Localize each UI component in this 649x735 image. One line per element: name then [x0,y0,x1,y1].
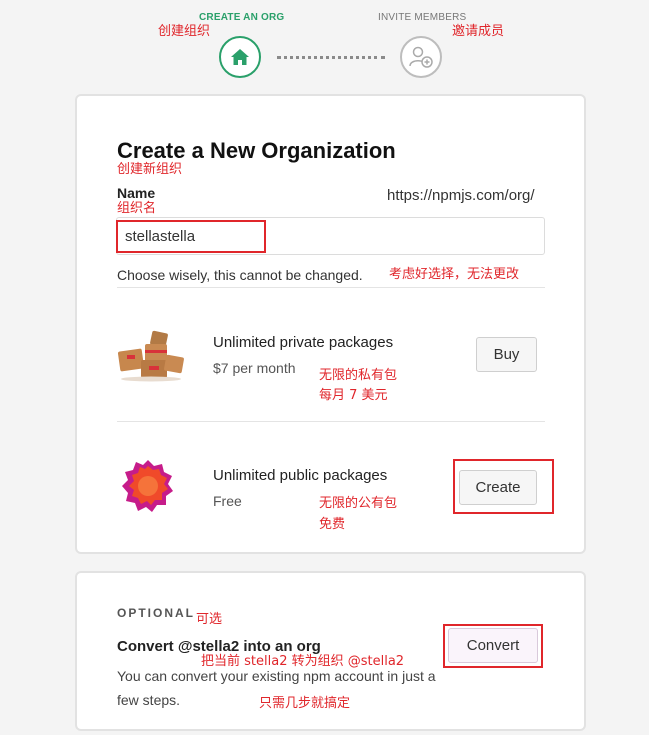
step-invite-annotation: 邀请成员 [452,24,505,39]
private-packages-icon [115,328,187,382]
name-label: Name [117,185,156,201]
plan-public-price: Free [213,493,242,509]
step-create-circle[interactable] [219,36,261,78]
buy-button[interactable]: Buy [476,337,537,372]
step-invite-label: INVITE MEMBERS [378,12,467,23]
name-hint: Choose wisely, this cannot be changed. [117,267,363,283]
step-connector [277,56,385,59]
home-icon [231,49,249,65]
plan-private-title: Unlimited private packages [213,334,394,351]
convert-button[interactable]: Convert [448,628,538,663]
org-url-prefix: https://npmjs.com/org/ [387,187,535,204]
plan-public-annotation-2: 免费 [319,517,346,532]
plan-public-annotation-1: 无限的公有包 [319,496,398,511]
convert-description-annotation: 只需几步就搞定 [259,696,351,711]
divider [117,421,545,422]
step-create-label: CREATE AN ORG [199,12,285,23]
convert-title: Convert @stella2 into an org [117,638,321,655]
public-packages-icon [120,458,176,514]
divider [117,287,545,288]
add-user-icon [409,46,433,68]
name-hint-annotation: 考虑好选择，无法更改 [389,267,520,282]
step-invite-circle[interactable] [400,36,442,78]
plan-private-annotation-2: 每月 7 美元 [319,388,388,403]
page-title-annotation: 创建新组织 [117,162,183,177]
plan-private-annotation-1: 无限的私有包 [319,368,398,383]
optional-annotation: 可选 [196,612,223,627]
plan-private-price: $7 per month [213,360,296,376]
name-label-annotation: 组织名 [117,201,157,216]
step-create-annotation: 创建组织 [158,24,211,39]
optional-label: OPTIONAL [117,606,195,620]
org-name-input[interactable] [116,217,545,255]
create-button[interactable]: Create [459,470,537,505]
plan-public-title: Unlimited public packages [213,467,388,484]
page-title: Create a New Organization [117,138,396,163]
